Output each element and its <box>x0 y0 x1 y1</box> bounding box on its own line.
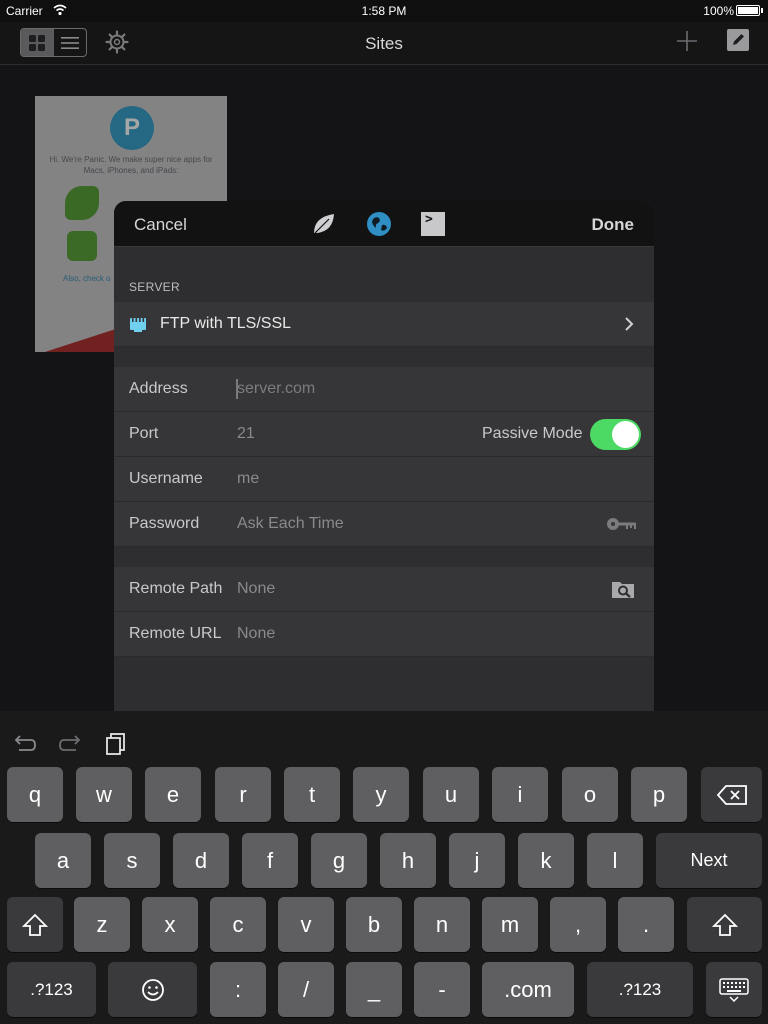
username-label: Username <box>129 470 203 487</box>
address-row[interactable]: Address server.com <box>114 367 654 412</box>
nav-bar: Sites <box>0 22 768 65</box>
server-section-label: SERVER <box>129 280 180 294</box>
chevron-right-icon <box>625 317 634 331</box>
passive-mode-toggle[interactable] <box>590 419 641 450</box>
keyboard-dismiss-icon <box>719 977 749 1002</box>
password-label: Password <box>129 515 200 532</box>
page-title: Sites <box>365 34 403 53</box>
key-o[interactable]: o <box>562 767 618 822</box>
network-port-icon <box>130 318 146 332</box>
emoji-key[interactable] <box>108 962 197 1017</box>
sheet-header: Cancel > Done <box>114 201 654 247</box>
remote-url-field[interactable]: None <box>237 625 275 643</box>
terminal-icon[interactable]: > <box>421 212 445 236</box>
key-a[interactable]: a <box>35 833 91 888</box>
key-underscore[interactable]: _ <box>346 962 402 1017</box>
address-field[interactable]: server.com <box>237 380 315 398</box>
remote-url-row[interactable]: Remote URL None <box>114 612 654 657</box>
key-period[interactable]: . <box>618 897 674 952</box>
key-s[interactable]: s <box>104 833 160 888</box>
key-e[interactable]: e <box>145 767 201 822</box>
delete-key[interactable] <box>701 767 762 822</box>
edit-button[interactable] <box>727 29 749 51</box>
key-r[interactable]: r <box>215 767 271 822</box>
dismiss-keyboard-key[interactable] <box>706 962 762 1017</box>
battery-nub <box>761 8 763 13</box>
key-n[interactable]: n <box>414 897 470 952</box>
battery-icon <box>736 5 760 16</box>
next-key[interactable]: Next <box>656 833 762 888</box>
key-y[interactable]: y <box>353 767 409 822</box>
keyboard: q w e r t y u i o p a s d f g h j k l Ne… <box>0 711 768 1024</box>
port-field[interactable]: 21 <box>237 425 255 443</box>
battery-percentage: 100% <box>703 4 734 18</box>
port-label: Port <box>129 425 159 442</box>
globe-icon[interactable] <box>366 211 392 237</box>
redo-icon[interactable] <box>58 730 84 756</box>
key-u[interactable]: u <box>423 767 479 822</box>
key-i[interactable]: i <box>492 767 548 822</box>
remote-url-label: Remote URL <box>129 625 222 642</box>
key-l[interactable]: l <box>587 833 643 888</box>
site-settings-sheet: Cancel > Done SERVER FTP with TLS/SSL Ad… <box>114 201 654 711</box>
key-g[interactable]: g <box>311 833 367 888</box>
key-d[interactable]: d <box>173 833 229 888</box>
key-colon[interactable]: : <box>210 962 266 1017</box>
key-p[interactable]: p <box>631 767 687 822</box>
undo-icon[interactable] <box>11 730 37 756</box>
status-bar: Carrier 1:58 PM 100% <box>0 0 768 22</box>
server-type-label: FTP with TLS/SSL <box>160 315 292 332</box>
emoji-icon <box>141 978 164 1001</box>
dotcom-key[interactable]: .com <box>482 962 574 1017</box>
done-button[interactable]: Done <box>592 215 635 235</box>
key-j[interactable]: j <box>449 833 505 888</box>
folder-search-icon[interactable] <box>611 577 635 601</box>
key-f[interactable]: f <box>242 833 298 888</box>
key-t[interactable]: t <box>284 767 340 822</box>
numbers-key-right[interactable]: .?123 <box>587 962 693 1017</box>
remote-path-field[interactable]: None <box>237 580 275 598</box>
shift-key-right[interactable] <box>687 897 762 952</box>
server-type-row[interactable]: FTP with TLS/SSL <box>114 302 654 347</box>
key-comma[interactable]: , <box>550 897 606 952</box>
key-m[interactable]: m <box>482 897 538 952</box>
address-label: Address <box>129 380 188 397</box>
key-b[interactable]: b <box>346 897 402 952</box>
remote-path-row[interactable]: Remote Path None <box>114 567 654 612</box>
leaf-icon[interactable] <box>311 211 337 237</box>
paste-icon[interactable] <box>104 730 130 756</box>
key-x[interactable]: x <box>142 897 198 952</box>
key-h[interactable]: h <box>380 833 436 888</box>
key-q[interactable]: q <box>7 767 63 822</box>
username-field[interactable]: me <box>237 470 259 488</box>
edit-icon <box>733 34 744 45</box>
password-row[interactable]: Password Ask Each Time <box>114 502 654 547</box>
key-icon[interactable] <box>606 516 638 532</box>
key-k[interactable]: k <box>518 833 574 888</box>
username-row[interactable]: Username me <box>114 457 654 502</box>
port-row[interactable]: Port 21 Passive Mode <box>114 412 654 457</box>
key-w[interactable]: w <box>76 767 132 822</box>
backspace-icon <box>716 784 747 805</box>
plus-icon[interactable] <box>676 30 698 52</box>
shift-icon <box>22 913 48 936</box>
shift-icon <box>711 913 738 936</box>
clock: 1:58 PM <box>361 4 407 18</box>
remote-path-label: Remote Path <box>129 580 223 597</box>
shift-key-left[interactable] <box>7 897 63 952</box>
numbers-key-left[interactable]: .?123 <box>7 962 96 1017</box>
key-z[interactable]: z <box>74 897 130 952</box>
passive-mode-label: Passive Mode <box>482 425 583 442</box>
toggle-knob <box>612 421 639 448</box>
key-v[interactable]: v <box>278 897 334 952</box>
key-c[interactable]: c <box>210 897 266 952</box>
key-slash[interactable]: / <box>278 962 334 1017</box>
password-field[interactable]: Ask Each Time <box>237 515 344 533</box>
key-dash[interactable]: - <box>414 962 470 1017</box>
cancel-button[interactable]: Cancel <box>134 215 187 235</box>
